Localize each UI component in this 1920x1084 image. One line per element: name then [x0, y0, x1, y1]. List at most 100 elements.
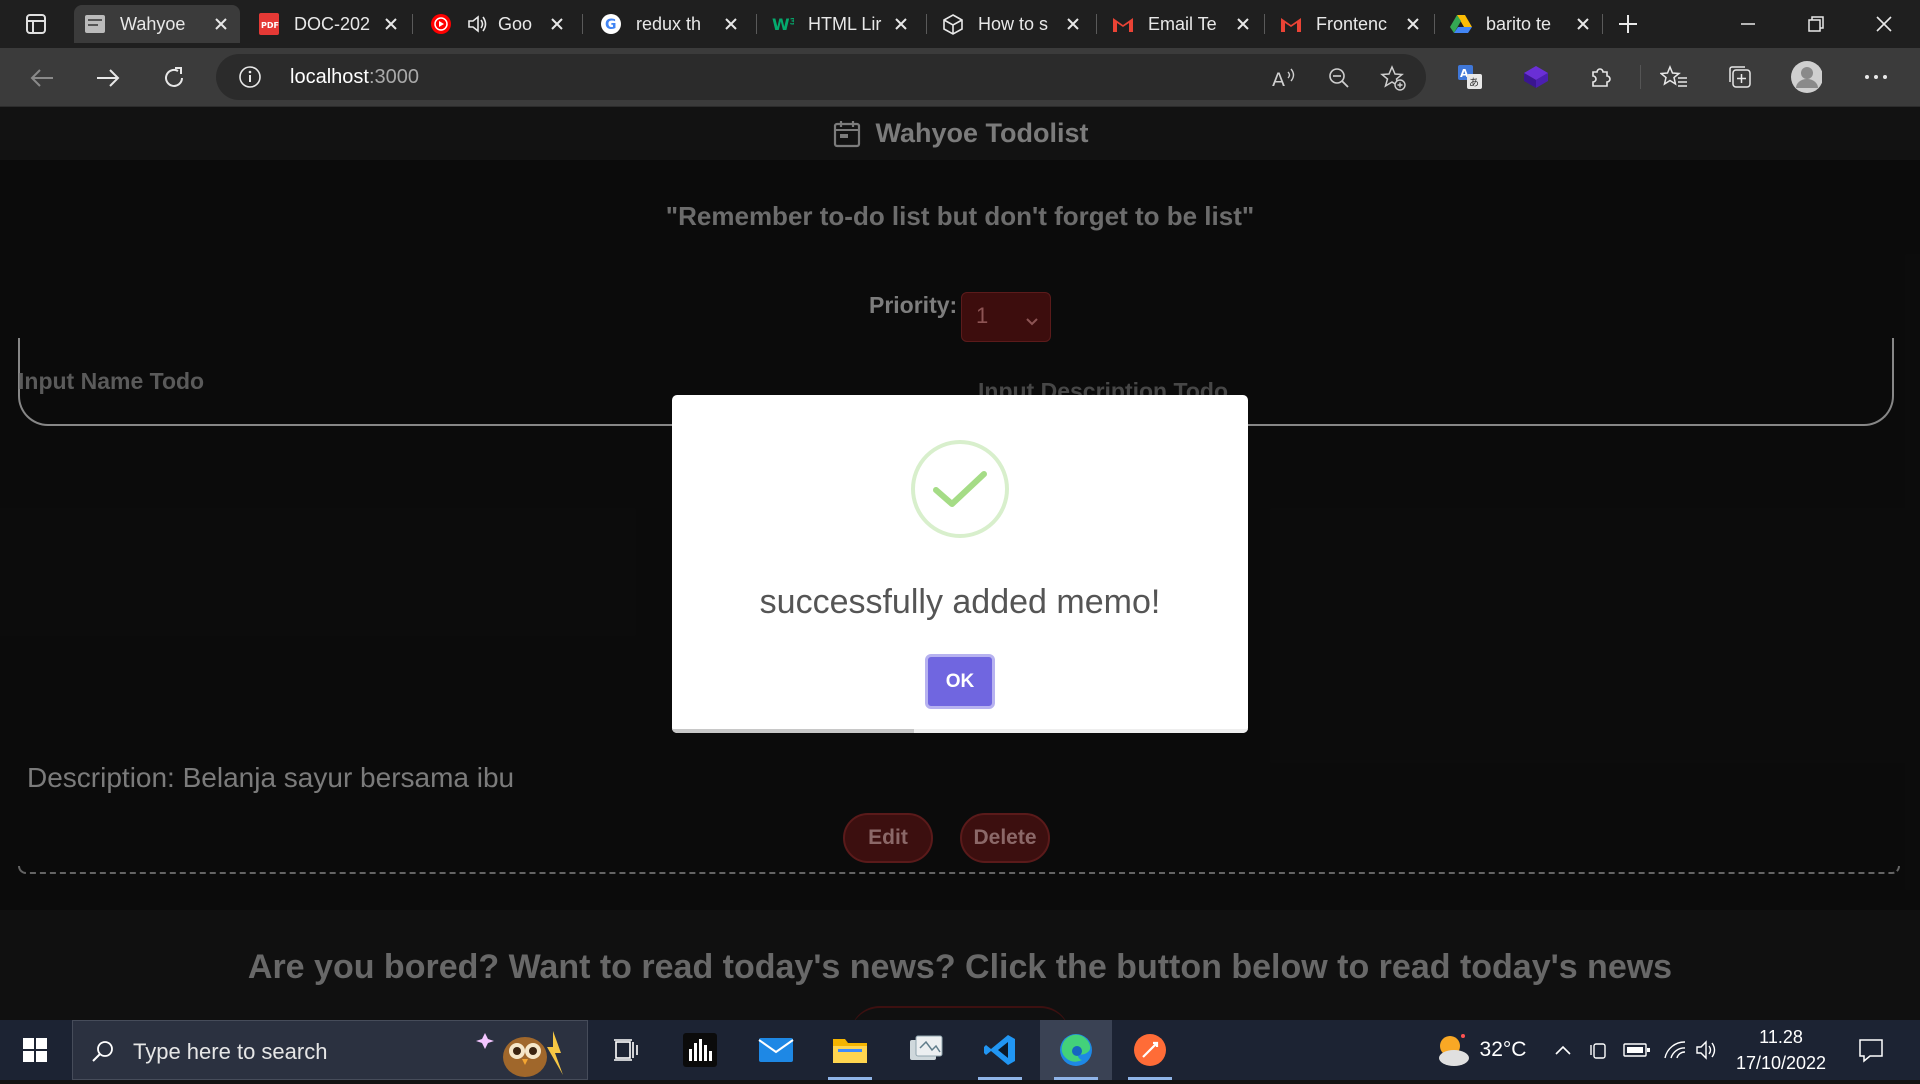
- weather-sun-cloud-icon: [1438, 1034, 1469, 1066]
- tab-wahyoe[interactable]: Wahyoe: [74, 5, 240, 43]
- extensions-icon[interactable]: [1584, 61, 1616, 93]
- system-clock[interactable]: 11.28 17/10/2022: [1726, 1024, 1836, 1076]
- tab-title: How to s: [978, 13, 1049, 34]
- add-favorite-icon[interactable]: [1380, 65, 1406, 91]
- google-icon: G: [600, 13, 622, 35]
- close-icon[interactable]: [1574, 15, 1592, 33]
- svg-text:A: A: [1272, 69, 1285, 90]
- tab-title: redux th: [636, 13, 702, 34]
- gmail-icon: [1280, 13, 1302, 35]
- tab-redux[interactable]: G redux th: [590, 5, 750, 43]
- timer-progress-bar: [672, 729, 1248, 733]
- tab-title: HTML Lir: [808, 13, 882, 34]
- speaker-icon[interactable]: [466, 13, 488, 35]
- taskbar-search[interactable]: Type here to search: [72, 1020, 588, 1080]
- close-icon[interactable]: [548, 15, 566, 33]
- site-favicon-icon: [84, 13, 106, 35]
- site-info-icon[interactable]: [238, 65, 262, 89]
- volume-icon[interactable]: [1692, 1020, 1722, 1080]
- clock-time: 11.28: [1759, 1027, 1803, 1047]
- toolbar-divider: [1640, 65, 1641, 89]
- edge-browser-icon[interactable]: [1040, 1020, 1112, 1080]
- tab-frontend[interactable]: Frontenc: [1270, 5, 1432, 43]
- clock-date: 17/10/2022: [1735, 1053, 1827, 1073]
- close-icon[interactable]: [1234, 15, 1252, 33]
- restore-button[interactable]: [1786, 0, 1846, 48]
- mail-icon[interactable]: [740, 1020, 812, 1080]
- weather-temp: 32°C: [1479, 1038, 1527, 1061]
- collections-icon[interactable]: [1724, 61, 1756, 93]
- address-bar[interactable]: localhost:3000 A: [216, 54, 1426, 100]
- close-icon[interactable]: [722, 15, 740, 33]
- url-text: localhost:3000: [290, 66, 419, 88]
- forward-button[interactable]: [90, 60, 126, 96]
- wifi-icon[interactable]: [1660, 1020, 1690, 1080]
- pdf-icon: PDF: [258, 13, 280, 35]
- file-explorer-icon[interactable]: [814, 1020, 886, 1080]
- tab-separator: [1096, 14, 1097, 34]
- youtube-music-icon: [430, 13, 452, 35]
- tab-music[interactable]: Goo: [420, 5, 576, 43]
- gmail-icon: [1112, 13, 1134, 35]
- postman-icon[interactable]: [1114, 1020, 1186, 1080]
- search-icon: [91, 1039, 115, 1063]
- svg-text:G: G: [605, 17, 617, 33]
- dialog-message: successfully added memo!: [759, 583, 1161, 621]
- battery-icon[interactable]: [1620, 1020, 1654, 1080]
- tab-separator: [1264, 14, 1265, 34]
- new-tab-button[interactable]: [1598, 0, 1658, 48]
- close-icon[interactable]: [892, 15, 910, 33]
- tab-title: Wahyoe: [120, 13, 186, 34]
- tab-title: Goo: [498, 13, 533, 34]
- profile-avatar[interactable]: [1790, 61, 1822, 93]
- tab-title: Email Te: [1148, 13, 1217, 34]
- ok-button[interactable]: OK: [925, 654, 995, 709]
- zoom-out-icon[interactable]: [1326, 65, 1352, 91]
- tab-separator: [412, 14, 413, 34]
- task-view-icon[interactable]: [590, 1020, 662, 1080]
- tab-title: barito te: [1486, 13, 1552, 34]
- minimize-button[interactable]: [1718, 0, 1778, 48]
- tab-actions-icon[interactable]: [12, 8, 60, 40]
- tab-separator: [926, 14, 927, 34]
- translate-icon[interactable]: Aあ: [1454, 61, 1486, 93]
- vscode-icon[interactable]: [964, 1020, 1036, 1080]
- search-highlight-owl-icon[interactable]: [473, 1023, 583, 1079]
- tab-separator: [582, 14, 583, 34]
- weather-widget[interactable]: 32°C: [1422, 1020, 1536, 1080]
- audio-app-icon[interactable]: [664, 1020, 736, 1080]
- tab-title: DOC-202: [294, 13, 371, 34]
- device-icon[interactable]: [1586, 1020, 1612, 1080]
- close-icon[interactable]: [382, 15, 400, 33]
- success-dialog: successfully added memo! OK: [672, 395, 1248, 733]
- back-button[interactable]: [24, 60, 60, 96]
- close-icon[interactable]: [1404, 15, 1422, 33]
- svg-text:あ: あ: [1469, 77, 1479, 89]
- refresh-button[interactable]: [156, 60, 192, 96]
- tab-doc[interactable]: PDF DOC-202: [248, 5, 410, 43]
- more-menu-icon[interactable]: [1860, 61, 1892, 93]
- notification-center-icon[interactable]: [1846, 1020, 1896, 1080]
- search-placeholder: Type here to search: [133, 1039, 328, 1064]
- favorites-icon[interactable]: [1658, 61, 1690, 93]
- close-icon[interactable]: [1064, 15, 1082, 33]
- tab-html[interactable]: W³ HTML Lir: [762, 5, 920, 43]
- codesandbox-icon: [942, 13, 964, 35]
- tab-email[interactable]: Email Te: [1102, 5, 1262, 43]
- windows-taskbar: Type here to search 32°C 11.28 17/10/202…: [0, 1020, 1920, 1080]
- close-window-button[interactable]: [1854, 0, 1914, 48]
- google-drive-icon: [1450, 13, 1472, 35]
- svg-text:W³: W³: [772, 15, 794, 33]
- windows-app-icon[interactable]: [890, 1020, 962, 1080]
- success-check-icon: [911, 440, 1009, 538]
- show-hidden-icons[interactable]: [1550, 1020, 1576, 1080]
- w3-icon: W³: [772, 13, 794, 35]
- timer-progress-fill: [672, 729, 914, 733]
- tab-howto[interactable]: How to s: [932, 5, 1092, 43]
- address-toolbar: localhost:3000 A Aあ: [0, 48, 1920, 106]
- start-button[interactable]: [0, 1020, 70, 1080]
- extension-cube-icon[interactable]: [1520, 61, 1552, 93]
- read-aloud-icon[interactable]: A: [1272, 65, 1298, 91]
- tab-barito[interactable]: barito te: [1440, 5, 1602, 43]
- close-icon[interactable]: [212, 15, 230, 33]
